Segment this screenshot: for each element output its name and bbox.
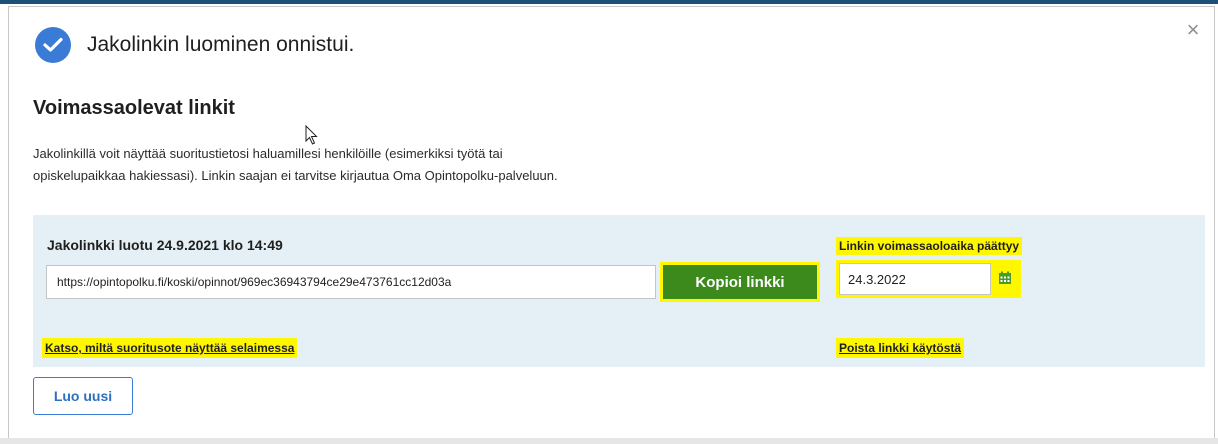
expiry-label: Linkin voimassaoloaika päättyy [836, 237, 1023, 255]
share-link-panel: Jakolinkki luotu 24.9.2021 klo 14:49 Kop… [33, 215, 1205, 367]
close-button[interactable]: × [1183, 19, 1203, 41]
share-link-dialog: × Jakolinkin luominen onnistui. Voimassa… [8, 6, 1215, 440]
expiry-date-field[interactable] [839, 263, 991, 295]
link-created-text: Jakolinkki luotu 24.9.2021 klo 14:49 [47, 237, 283, 253]
create-new-button[interactable]: Luo uusi [33, 377, 133, 415]
disable-link[interactable]: Poista linkki käytöstä [836, 338, 965, 358]
success-title: Jakolinkin luominen onnistui. [87, 33, 355, 56]
expiry-date-group [836, 260, 1021, 298]
copy-link-label: Kopioi linkki [663, 265, 817, 299]
description-text: Jakolinkillä voit näyttää suoritustietos… [33, 146, 558, 183]
section-title: Voimassaolevat linkit [33, 97, 235, 119]
share-url-field[interactable] [46, 265, 656, 299]
calendar-icon[interactable] [998, 271, 1012, 285]
top-border [0, 0, 1218, 4]
close-icon: × [1186, 17, 1200, 42]
preview-link[interactable]: Katso, miltä suoritusote näyttää selaime… [42, 338, 298, 358]
check-circle-icon [35, 27, 71, 63]
copy-link-button[interactable]: Kopioi linkki [660, 262, 820, 302]
bottom-divider [0, 438, 1218, 444]
